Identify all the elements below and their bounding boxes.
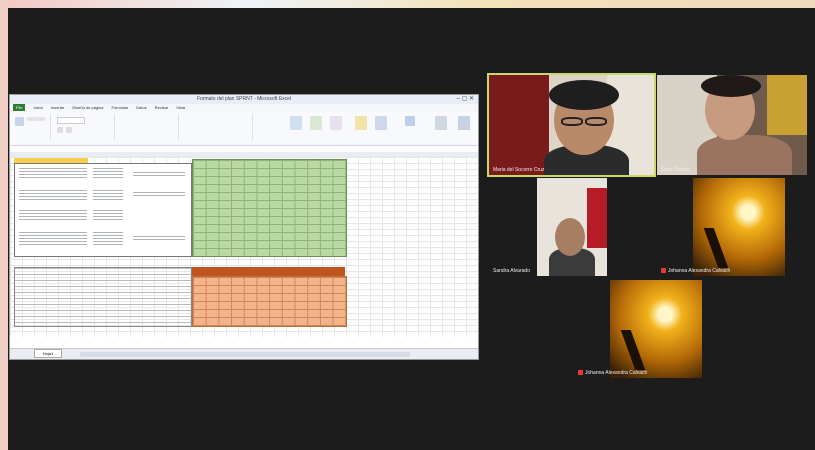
schedule-green-grid[interactable] [192, 159, 347, 257]
alignment-group [118, 114, 179, 140]
tab-file[interactable]: File [13, 104, 26, 111]
participant-name: Sandra Alvarado [493, 268, 530, 274]
cell-styles-icon[interactable] [330, 116, 342, 130]
cell-text [93, 168, 123, 178]
paste-icon[interactable] [15, 117, 24, 126]
bold-icon[interactable] [57, 127, 63, 133]
sunset-image [610, 280, 702, 378]
delete-icon[interactable] [375, 116, 387, 130]
format-table-icon[interactable] [310, 116, 322, 130]
cell-text [19, 232, 87, 246]
cell-text [93, 190, 123, 202]
wallpaper-top [0, 0, 815, 8]
tab-formulas[interactable]: Fórmulas [112, 104, 129, 111]
tab-diseno[interactable]: Diseño de página [72, 104, 103, 111]
cell-text [19, 210, 87, 222]
tab-inicio[interactable]: Inicio [33, 104, 42, 111]
lower-table[interactable] [14, 267, 192, 327]
excel-title: Formato del plan SPRNT - Microsoft Excel [196, 96, 292, 102]
tab-revisar[interactable]: Revisar [155, 104, 169, 111]
participant-name-row: Johanna Alexandra Calvach [661, 268, 730, 274]
font-select[interactable] [57, 117, 85, 124]
italic-icon[interactable] [66, 127, 72, 133]
insert-icon[interactable] [355, 116, 367, 130]
glasses-icon [561, 117, 583, 126]
sheet-tab[interactable]: Hoja1 [34, 349, 62, 358]
find-select-icon[interactable] [458, 116, 470, 130]
tab-insertar[interactable]: Insertar [51, 104, 65, 111]
background-wall [489, 75, 549, 175]
video-tile[interactable]: Johanna Alexandra Calvach [657, 178, 807, 276]
sort-filter-icon[interactable] [435, 116, 447, 130]
cell-text [19, 168, 87, 178]
cell-text [93, 210, 123, 220]
background-object [587, 188, 607, 248]
glasses-icon [585, 117, 607, 126]
video-tile[interactable]: Sandra Alvarado [489, 178, 654, 276]
participant-name: Emily Osorio [661, 167, 690, 173]
excel-titlebar: Formato del plan SPRNT - Microsoft Excel… [10, 95, 478, 104]
video-tile[interactable]: Emily Osorio [657, 75, 807, 175]
person-hair [701, 75, 761, 97]
video-tile-active[interactable]: Maria del Socorro Cruz [487, 73, 656, 177]
cell-text [93, 232, 123, 246]
cell-text [133, 236, 185, 242]
background-shelf [767, 75, 807, 135]
sum-icon[interactable] [405, 116, 415, 126]
wallpaper-left [0, 0, 8, 450]
participant-name: Johanna Alexandra Calvach [668, 268, 731, 274]
conditional-format-icon[interactable] [290, 116, 302, 130]
activities-table[interactable] [14, 163, 192, 257]
number-group [182, 114, 253, 140]
window-controls[interactable]: – ▢ ✕ [457, 95, 474, 104]
camera-feed [537, 178, 607, 276]
clipboard-group [12, 114, 51, 140]
person-face [555, 218, 585, 256]
video-tile[interactable]: Johanna Alexandra Calvach [574, 280, 739, 378]
shared-screen-excel[interactable]: Formato del plan SPRNT - Microsoft Excel… [9, 94, 479, 360]
person-body [697, 135, 792, 175]
tab-datos[interactable]: Datos [136, 104, 146, 111]
excel-statusbar: Hoja1 [10, 348, 478, 359]
orange-header-bar[interactable] [192, 267, 345, 276]
mic-off-icon [661, 268, 666, 274]
sunset-image [693, 178, 785, 276]
participant-name: Maria del Socorro Cruz [493, 167, 545, 173]
mic-off-icon [578, 370, 583, 376]
ribbon-tabs: File Inicio Insertar Diseño de página Fó… [10, 104, 478, 111]
silhouette [703, 228, 729, 268]
person-hair [549, 80, 619, 110]
font-group [54, 114, 115, 140]
silhouette [620, 330, 646, 370]
horizontal-scrollbar[interactable] [80, 352, 410, 357]
tab-vista[interactable]: Vista [176, 104, 185, 111]
cell-text [133, 192, 185, 198]
cell-text [133, 172, 185, 178]
schedule-orange-grid[interactable] [192, 276, 347, 327]
participant-name: Johanna Alexandra Calvach [585, 370, 648, 376]
cut-icon[interactable] [27, 117, 45, 121]
participant-name-row: Johanna Alexandra Calvach [578, 370, 647, 376]
cell-text [19, 190, 87, 202]
ribbon-toolbar [10, 111, 478, 146]
